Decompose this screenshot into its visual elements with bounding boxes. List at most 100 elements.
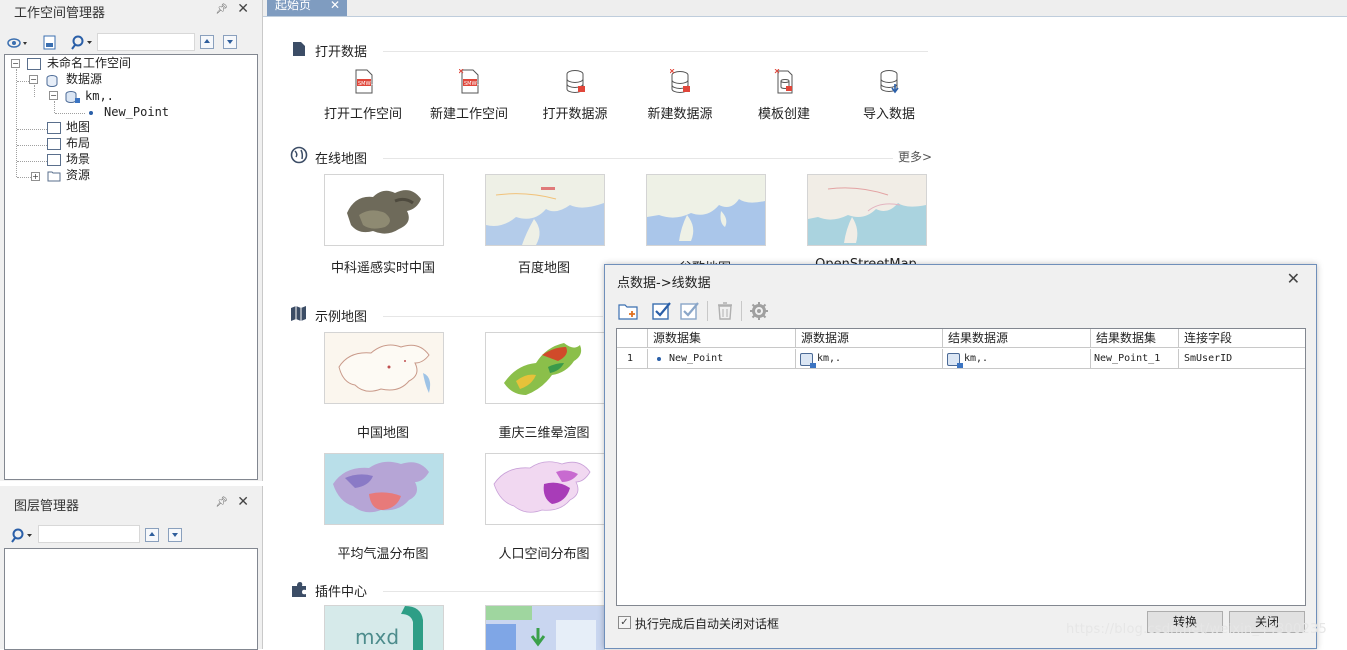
section-title-open-data: 打开数据 [315,45,368,60]
tree-node-datasource[interactable]: km,. [85,89,114,104]
search-next-button[interactable] [168,528,182,542]
watermark: https://blog.csdn.net/weixin_44300235 [1066,622,1327,637]
save-icon[interactable] [42,35,58,50]
pin-icon[interactable]: 📌︎ [215,497,228,508]
datasource-icon [947,353,963,368]
delete-icon[interactable] [715,301,735,324]
open-datasource-button[interactable]: 打开数据源 [515,69,635,125]
tab-label: 起始页 [275,0,312,12]
more-link[interactable]: 更多> [898,148,932,165]
sample-map-label-chongqing: 重庆三维晕渲图 [498,426,590,441]
search-previous-button[interactable] [145,528,159,542]
cell-result-dataset[interactable]: New_Point_1 [1091,349,1179,369]
close-icon[interactable]: ✕ [330,0,340,12]
cell-link-field[interactable]: SmUserID [1179,349,1305,369]
add-dataset-icon[interactable] [618,301,640,324]
tree-node-workspace[interactable]: 未命名工作空间 [47,56,131,71]
document-icon [291,41,307,60]
datasource-collapse-toggle[interactable]: − [49,91,58,100]
sample-map-label-china: 中国地图 [356,426,409,441]
workspace-icon [27,58,41,70]
close-icon[interactable]: ✕ [237,494,249,510]
section-title-sample-maps: 示例地图 [315,310,368,325]
select-all-icon[interactable] [652,301,672,324]
online-map-thumb-osm[interactable] [807,174,927,246]
layer-search-input[interactable] [38,525,140,543]
workspace-tree[interactable]: − 未命名工作空间 − 数据源 − km,. New_Point 地图 布局 场… [4,54,258,480]
workspace-manager-panel: 工作空间管理器 📌︎ ✕ − 未命名工作空间 − 数据源 − km,. New_… [0,0,263,481]
tree-node-layouts[interactable]: 布局 [66,136,90,151]
layouts-icon [47,138,61,150]
points-to-line-dialog: 点数据->线数据 ✕ 源数据集 源数据源 结果数据源 结果数据集 连接字段 1 … [604,264,1317,649]
tree-search-input[interactable] [97,33,195,51]
import-data-button[interactable]: 导入数据 [829,69,949,125]
auto-close-checkbox[interactable]: ✓ [618,616,631,629]
column-header-link-field[interactable]: 连接字段 [1179,329,1305,348]
open-datasource-icon [565,69,585,93]
plugin-thumb-2[interactable] [485,605,605,650]
column-header-source-datasource[interactable]: 源数据源 [796,329,943,348]
sample-map-label-population: 人口空间分布图 [498,547,590,562]
sample-map-thumb-china[interactable] [324,332,444,404]
online-map-thumb-google[interactable] [646,174,766,246]
datasources-collapse-toggle[interactable]: − [29,75,38,84]
layer-list[interactable] [4,548,258,650]
tree-node-maps[interactable]: 地图 [66,120,90,135]
maps-icon [47,122,61,134]
svg-text:SMWU: SMWU [464,81,480,87]
new-datasource-button[interactable]: 新建数据源 [620,68,740,125]
section-title-online-maps: 在线地图 [315,152,368,167]
cell-source-datasource[interactable]: km,. [796,349,943,369]
new-workspace-label: 新建工作空间 [429,107,508,122]
dialog-title: 点数据->线数据 [617,276,711,291]
tree-node-datasources[interactable]: 数据源 [66,72,102,87]
column-header-result-datasource[interactable]: 结果数据源 [943,329,1091,348]
source-dataset-value: New_Point [669,353,724,364]
search-icon[interactable] [10,528,32,543]
map-icon [290,306,308,325]
tree-node-dataset[interactable]: New_Point [104,105,169,120]
resources-expand-toggle[interactable]: + [31,172,40,181]
datasource-icon [65,90,81,107]
open-workspace-label: 打开工作空间 [323,107,402,122]
column-header-source-dataset[interactable]: 源数据集 [648,329,796,348]
dataset-grid[interactable]: 源数据集 源数据源 结果数据源 结果数据集 连接字段 1 New_Point k… [616,328,1306,606]
sample-map-thumb-temperature[interactable] [324,453,444,525]
tab-start-page[interactable]: 起始页 ✕ [267,0,347,16]
settings-gear-icon[interactable] [749,301,769,324]
cell-result-datasource[interactable]: km,. [943,349,1091,369]
tree-node-resources[interactable]: 资源 [66,168,90,183]
close-icon[interactable]: ✕ [1287,269,1300,288]
import-data-label: 导入数据 [862,107,915,122]
point-dataset-icon [657,357,661,361]
invert-selection-icon[interactable] [680,301,700,324]
layer-manager-panel: 图层管理器 📌︎ ✕ [0,486,263,650]
search-next-button[interactable] [223,35,237,49]
pin-icon[interactable]: 📌︎ [215,4,228,15]
view-icon[interactable] [7,36,27,50]
sample-map-thumb-population[interactable] [485,453,605,525]
result-datasource-value: km,. [964,353,989,364]
source-datasource-value: km,. [817,353,842,364]
cell-source-dataset[interactable]: New_Point [648,349,796,369]
globe-icon [290,146,308,167]
close-icon[interactable]: ✕ [237,1,249,17]
puzzle-icon [290,581,308,602]
search-icon[interactable] [70,35,92,50]
new-workspace-button[interactable]: SMWU 新建工作空间 [409,68,529,125]
search-previous-button[interactable] [200,35,214,49]
template-create-label: 模板创建 [757,107,810,122]
new-workspace-icon: SMWU [458,68,480,94]
datasource-icon [800,353,816,368]
column-header-result-dataset[interactable]: 结果数据集 [1091,329,1179,348]
sample-map-thumb-chongqing[interactable] [485,332,605,404]
template-create-button[interactable]: 模板创建 [724,68,844,125]
open-workspace-button[interactable]: SMWU 打开工作空间 [303,69,423,125]
plugin-thumb-text: mxd [355,625,399,649]
layer-panel-title: 图层管理器 [14,499,80,514]
tree-node-scenes[interactable]: 场景 [66,152,90,167]
online-map-thumb-zkyg[interactable] [324,174,444,246]
root-collapse-toggle[interactable]: − [11,59,20,68]
plugin-thumb-mxd[interactable]: mxd [324,605,444,650]
online-map-thumb-baidu[interactable] [485,174,605,246]
